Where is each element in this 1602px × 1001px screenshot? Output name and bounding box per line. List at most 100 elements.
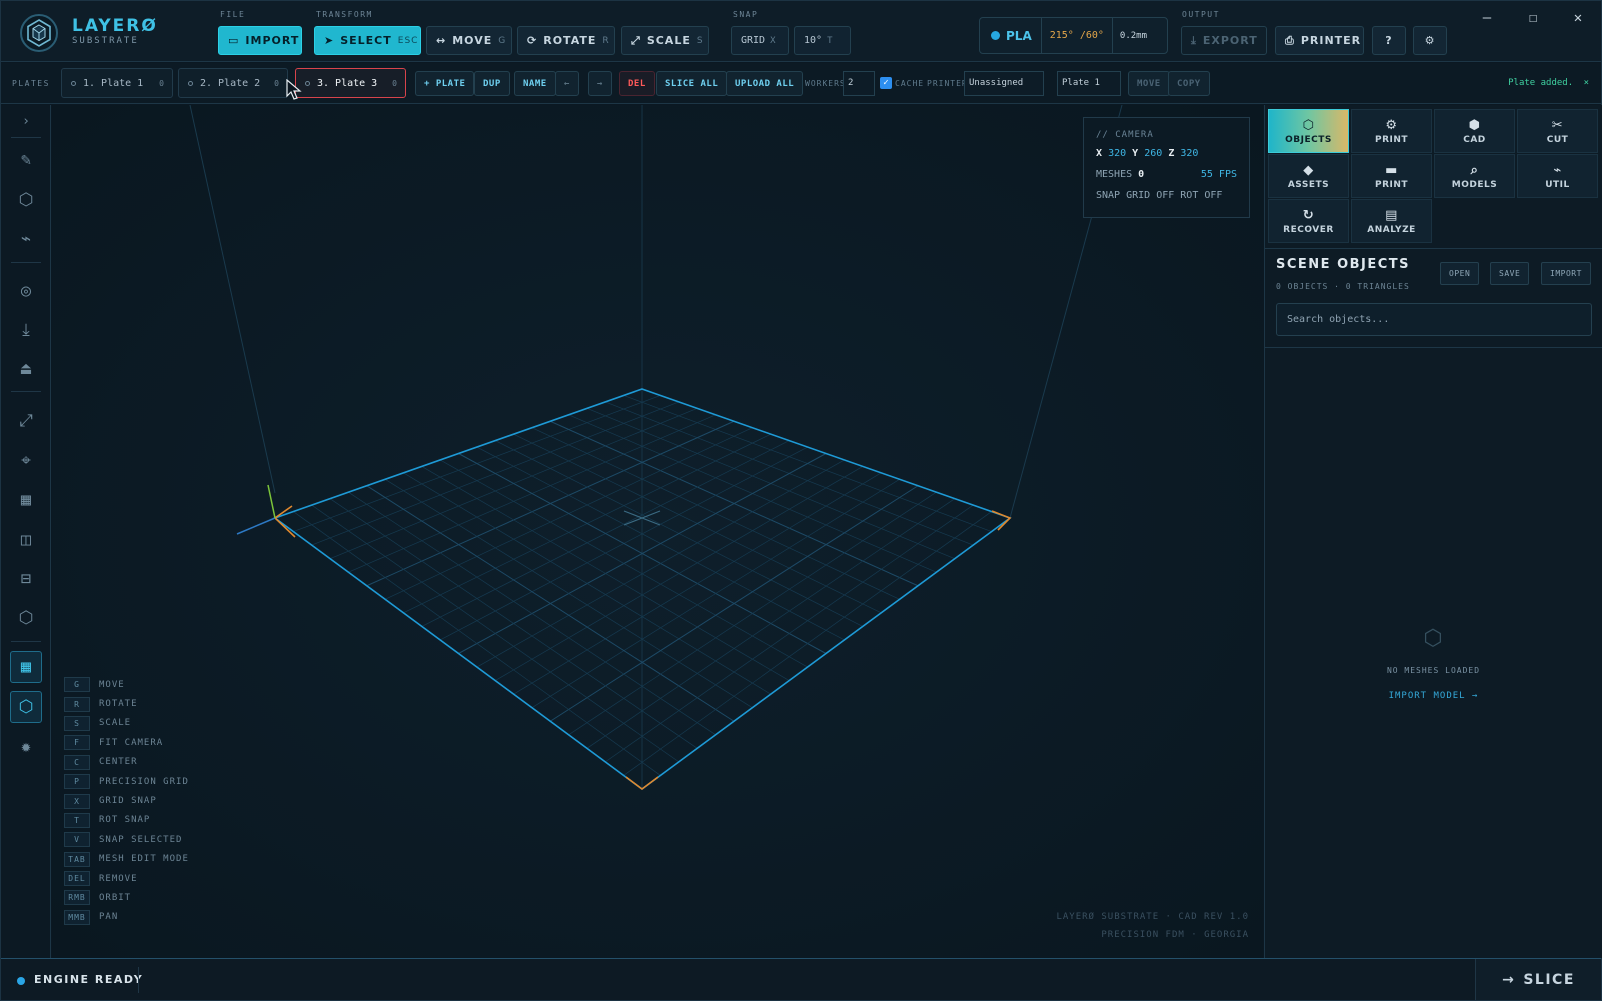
import-model-link[interactable]: IMPORT MODEL → bbox=[1265, 691, 1602, 701]
plate-tab-1[interactable]: 1. Plate 10 bbox=[61, 68, 173, 98]
shortcut-row: RMB ORBIT bbox=[64, 888, 189, 907]
search-icon: ⌕ bbox=[1470, 162, 1479, 178]
tab-cad[interactable]: ⬢ CAD bbox=[1434, 109, 1515, 153]
rotate-tool-button[interactable]: ⟳ ROTATE R bbox=[517, 26, 615, 55]
sun-icon[interactable]: ✹ bbox=[10, 731, 42, 763]
import-button[interactable]: ▭ IMPORT bbox=[218, 26, 302, 55]
save-scene-button[interactable]: SAVE bbox=[1490, 262, 1530, 285]
tab-cut[interactable]: ✂ CUT bbox=[1517, 109, 1598, 153]
scene-objects-title: SCENE OBJECTS bbox=[1276, 257, 1411, 272]
open-scene-button[interactable]: OPEN bbox=[1440, 262, 1480, 285]
tab-models[interactable]: ⌕ MODELS bbox=[1434, 154, 1515, 198]
camera-coords: X 320 Y 260 Z 320 bbox=[1096, 148, 1199, 159]
search-objects-input[interactable] bbox=[1276, 303, 1592, 336]
printer-button[interactable]: ⎙ PRINTER bbox=[1275, 26, 1364, 55]
expand-icon[interactable]: ⤢ bbox=[10, 405, 42, 437]
top-toolbar: LAYERØ SUBSTRATE FILE ▭ IMPORT TRANSFORM … bbox=[1, 1, 1601, 62]
shortcut-row: G MOVE bbox=[64, 675, 189, 694]
grid-view-icon[interactable]: ▦ bbox=[10, 651, 42, 683]
material-color-dot bbox=[991, 31, 1000, 40]
rotation-snap-toggle[interactable]: 10° T bbox=[794, 26, 851, 55]
right-panel: ⬡ OBJECTS ⚙ PRINT ⬢ CAD ✂ CUT ◆ ASSETS ▬ PRINT… bbox=[1264, 105, 1602, 958]
file-group-label: FILE bbox=[220, 10, 246, 19]
shortcut-row: P PRECISION GRID bbox=[64, 772, 189, 791]
select-tool-button[interactable]: ➤ SELECT ESC bbox=[314, 26, 421, 55]
cache-checkbox[interactable]: ✓ bbox=[880, 77, 892, 89]
shortcut-row: MMB PAN bbox=[64, 908, 189, 927]
cube-icon: ⬢ bbox=[1468, 117, 1481, 133]
add-plate-button[interactable]: + PLATE bbox=[415, 71, 475, 96]
split-horizontal-icon[interactable]: ⊟ bbox=[10, 563, 42, 595]
left-tool-rail: › ✎ ⬡ ⌁ ◎ ⤓ ⏏ ⤢ ⌖ ▦ ◫ ⊟ ⬡ ▦ ⬡ ✹ bbox=[1, 105, 51, 958]
printer-select[interactable]: Unassigned bbox=[964, 71, 1044, 96]
maximize-button[interactable]: ☐ bbox=[1511, 10, 1555, 28]
empty-state-message: NO MESHES LOADED bbox=[1386, 666, 1481, 675]
table-icon[interactable]: ▦ bbox=[10, 484, 42, 516]
output-group-label: OUTPUT bbox=[1182, 10, 1220, 19]
slice-all-button[interactable]: SLICE ALL bbox=[656, 71, 728, 96]
scale-tool-button[interactable]: ⤢ SCALE S bbox=[621, 26, 709, 55]
target-icon[interactable]: ◎ bbox=[10, 275, 42, 307]
tab-recover[interactable]: ↻ RECOVER bbox=[1268, 199, 1349, 243]
close-button[interactable]: ✕ bbox=[1556, 10, 1600, 28]
tab-print-2[interactable]: ▬ PRINT bbox=[1351, 154, 1432, 198]
duplicate-plate-button[interactable]: DUP bbox=[474, 71, 510, 96]
slice-button[interactable]: → SLICE bbox=[1475, 959, 1601, 1000]
move-tool-button[interactable]: ↔ MOVE G bbox=[426, 26, 512, 55]
export-button[interactable]: ⤓ EXPORT bbox=[1181, 26, 1267, 55]
brush-icon[interactable]: ⌁ bbox=[10, 223, 42, 255]
drop-to-bed-icon[interactable]: ⤓ bbox=[10, 314, 42, 346]
app-name: LAYERØ bbox=[72, 16, 158, 36]
expand-rail-button[interactable]: › bbox=[10, 105, 42, 137]
workers-input[interactable]: 2 bbox=[843, 71, 875, 96]
engine-status-dot bbox=[17, 977, 25, 985]
tab-util[interactable]: ⌁ UTIL bbox=[1517, 154, 1598, 198]
bed-icon[interactable]: ⏏ bbox=[10, 353, 42, 385]
snap-group-label: SNAP bbox=[733, 10, 759, 19]
tab-objects[interactable]: ⬡ OBJECTS bbox=[1268, 109, 1349, 153]
plate-tab-2[interactable]: 2. Plate 20 bbox=[178, 68, 288, 98]
help-button[interactable]: ? bbox=[1372, 26, 1406, 55]
plate-tab-3[interactable]: 3. Plate 30 bbox=[295, 68, 406, 98]
copy-to-plate-button[interactable]: COPY bbox=[1168, 71, 1210, 96]
3d-viewport[interactable]: // CAMERA X 320 Y 260 Z 320 MESHES 0 55 … bbox=[52, 105, 1263, 958]
delete-plate-button[interactable]: DEL bbox=[619, 71, 655, 96]
split-vertical-icon[interactable]: ◫ bbox=[10, 524, 42, 556]
import-scene-button[interactable]: IMPORT bbox=[1541, 262, 1591, 285]
tab-assets[interactable]: ◆ ASSETS bbox=[1268, 154, 1349, 198]
tab-analyze[interactable]: ▤ ANALYZE bbox=[1351, 199, 1432, 243]
build-plate-scene bbox=[52, 105, 1263, 958]
app-subtitle: SUBSTRATE bbox=[72, 36, 139, 46]
shortcut-legend: G MOVE R ROTATE S SCALE F FIT CAMERA C CENTER… bbox=[64, 675, 189, 927]
move-to-plate-button[interactable]: MOVE bbox=[1128, 71, 1170, 96]
printer-icon: ⎙ bbox=[1285, 33, 1295, 47]
pencil-icon[interactable]: ✎ bbox=[10, 144, 42, 176]
transform-group-label: TRANSFORM bbox=[316, 10, 373, 19]
shortcut-row: S SCALE bbox=[64, 714, 189, 733]
shortcut-row: C CENTER bbox=[64, 753, 189, 772]
footer-line-1: LAYERØ SUBSTRATE · CAD REV 1.0 bbox=[1056, 912, 1249, 922]
material-status[interactable]: PLA 215° /60° 0.2mm bbox=[979, 17, 1168, 54]
target-plate-select[interactable]: Plate 1 bbox=[1057, 71, 1121, 96]
material-temps: 215° /60° bbox=[1040, 18, 1113, 53]
center-icon[interactable]: ⌖ bbox=[10, 445, 42, 477]
object-view-icon[interactable]: ⬡ bbox=[10, 691, 42, 723]
plate-prev-button[interactable]: ← bbox=[555, 71, 579, 96]
polygon-icon[interactable]: ⬡ bbox=[10, 184, 42, 216]
grid-snap-toggle[interactable]: GRID X bbox=[731, 26, 789, 55]
tab-print[interactable]: ⚙ PRINT bbox=[1351, 109, 1432, 153]
settings-button[interactable]: ⚙ bbox=[1413, 26, 1447, 55]
minimize-button[interactable]: — bbox=[1465, 10, 1509, 28]
empty-hexagon-icon: ⬡ bbox=[1423, 626, 1443, 651]
engine-status: ENGINE READY bbox=[34, 973, 144, 986]
rail-divider bbox=[11, 137, 41, 138]
hexagon-icon[interactable]: ⬡ bbox=[10, 602, 42, 634]
plate-dot-icon bbox=[305, 80, 310, 86]
shortcut-row: T ROT SNAP bbox=[64, 811, 189, 830]
rename-plate-button[interactable]: NAME bbox=[514, 71, 556, 96]
wrench-icon: ⌁ bbox=[1553, 162, 1562, 178]
plate-next-button[interactable]: → bbox=[588, 71, 612, 96]
upload-all-button[interactable]: UPLOAD ALL bbox=[726, 71, 804, 96]
dismiss-status-button[interactable]: × bbox=[1584, 78, 1589, 88]
rail-divider bbox=[11, 391, 41, 392]
